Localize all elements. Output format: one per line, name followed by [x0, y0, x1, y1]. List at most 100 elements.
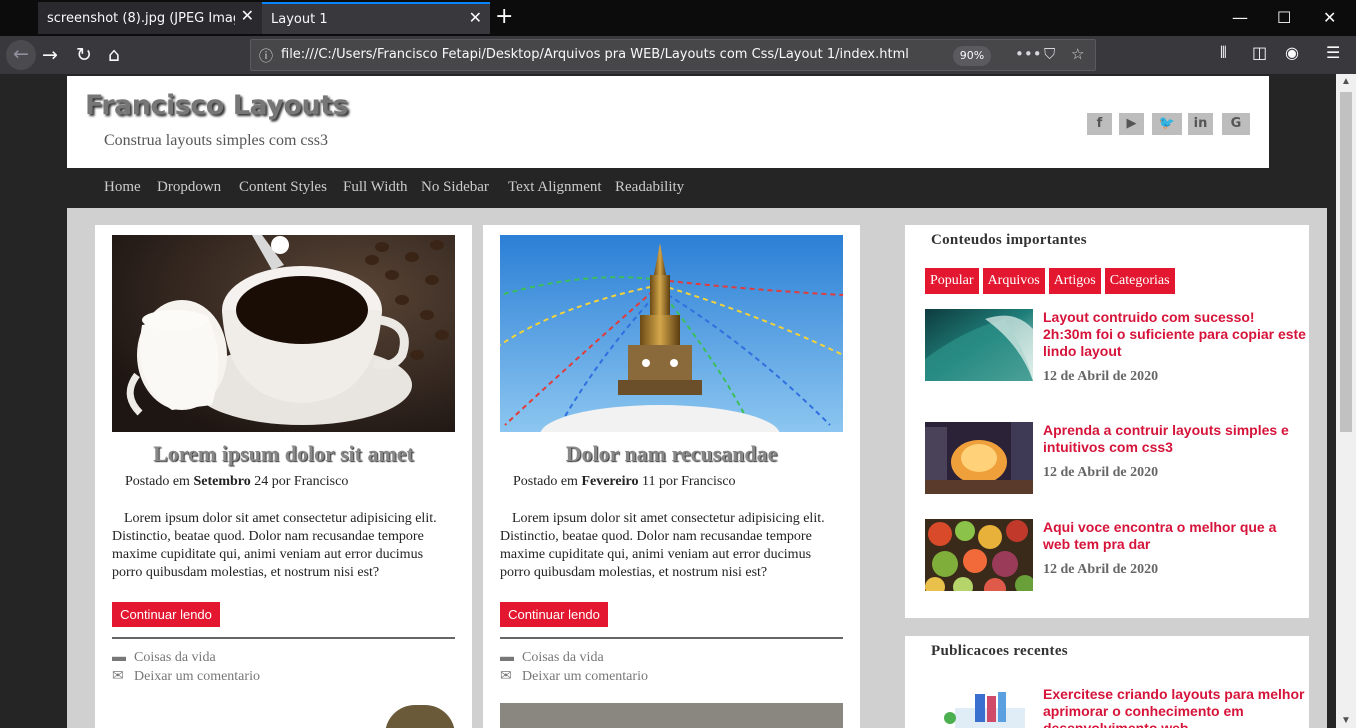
sidebar-post-title[interactable]: Aprenda a contruir layouts simples e int… — [1043, 422, 1307, 456]
category-label[interactable]: Coisas da vida — [522, 650, 604, 665]
recent-posts-widget: Publicacoes recentes Exercitese criando … — [905, 636, 1309, 728]
tab-artigos[interactable]: Artigos — [1048, 268, 1101, 294]
browser-toolbar: ← → ↻ ⌂ ⓘ file:///C:/Users/Francisco Fet… — [0, 36, 1356, 74]
menu-item-full-width[interactable]: Full Width — [343, 179, 408, 196]
menu-item-content-styles[interactable]: Content Styles — [239, 179, 327, 196]
scroll-down-icon[interactable]: ▼ — [1341, 715, 1351, 726]
tab-label: screenshot (8).jpg (JPEG Image, 1200 — [47, 10, 235, 26]
maximize-icon[interactable]: ☐ — [1277, 8, 1291, 27]
sidebar-icon[interactable]: ◫ — [1252, 43, 1267, 62]
page-scrollbar[interactable]: ▲ ▼ — [1336, 74, 1356, 728]
post-category[interactable]: ▬ Coisas da vida — [112, 650, 216, 666]
bookmark-star-icon[interactable]: ☆ — [1071, 45, 1084, 63]
zoom-level[interactable]: 90% — [953, 46, 991, 66]
sidebar-post-title[interactable]: Layout contruido com sucesso! 2h:30m foi… — [1043, 309, 1307, 360]
sidebar-post[interactable]: Layout contruido com sucesso! 2h:30m foi… — [925, 309, 1307, 384]
city-thumbnail[interactable] — [925, 422, 1033, 494]
site-header: Francisco Layouts Construa layouts simpl… — [67, 76, 1269, 168]
menu-item-no-sidebar[interactable]: No Sidebar — [421, 179, 489, 196]
menu-icon[interactable]: ☰ — [1326, 43, 1340, 62]
reload-icon[interactable]: ↻ — [76, 43, 92, 67]
pocket-icon[interactable]: ⛉ — [1044, 45, 1055, 63]
site-brand[interactable]: Francisco Layouts — [85, 90, 349, 121]
meta-prefix: Postado em — [125, 474, 190, 489]
menu-item-home[interactable]: Home — [104, 179, 141, 196]
stupa-image — [500, 235, 843, 432]
sidebar-widget: Conteudos importantes Popular Arquivos A… — [905, 225, 1309, 618]
scroll-up-icon[interactable]: ▲ — [1341, 76, 1351, 87]
new-tab-icon[interactable]: + — [495, 4, 513, 29]
recent-post-title[interactable]: Exercitese criando layouts para melhor a… — [1043, 686, 1307, 728]
post-card: Dolor nam recusandae Postado em Fevereir… — [483, 225, 860, 695]
menu-item-dropdown[interactable]: Dropdown — [157, 179, 221, 196]
widget-title: Publicacoes recentes — [931, 643, 1068, 659]
youtube-icon[interactable]: ▶ — [1119, 113, 1144, 135]
sidebar-post[interactable]: Aqui voce encontra o melhor que a web te… — [925, 519, 1305, 591]
post-comment[interactable]: ✉ Deixar um comentario — [112, 668, 260, 685]
tab-categorias[interactable]: Categorias — [1104, 268, 1175, 294]
envelope-icon: ✉ — [112, 669, 124, 684]
wave-thumbnail[interactable] — [925, 309, 1033, 381]
continue-reading-button[interactable]: Continuar lendo — [112, 602, 220, 627]
folder-icon: ▬ — [500, 650, 514, 665]
scrollbar-thumb[interactable] — [1340, 92, 1352, 432]
post-excerpt: Lorem ipsum dolor sit amet consectetur a… — [112, 511, 437, 580]
post-image-partial — [385, 705, 455, 728]
close-icon[interactable]: ✕ — [469, 8, 482, 27]
home-icon[interactable]: ⌂ — [108, 43, 120, 67]
minimize-icon[interactable]: — — [1232, 8, 1248, 27]
info-icon[interactable]: ⓘ — [259, 46, 273, 66]
url-text[interactable]: file:///C:/Users/Francisco Fetapi/Deskto… — [281, 47, 909, 62]
post-meta: Postado em Fevereiro 11 por Francisco — [513, 474, 736, 490]
post-comment[interactable]: ✉ Deixar um comentario — [500, 668, 648, 685]
widget-title: Conteudos importantes — [931, 232, 1087, 248]
divider — [112, 637, 455, 639]
tab-label: Layout 1 — [271, 11, 328, 27]
continue-reading-button[interactable]: Continuar lendo — [500, 602, 608, 627]
tab-layout-1[interactable]: Layout 1 ✕ — [262, 2, 490, 34]
tab-screenshot[interactable]: screenshot (8).jpg (JPEG Image, 1200 ✕ — [38, 2, 262, 34]
linkedin-icon[interactable]: in — [1188, 113, 1213, 135]
folder-icon: ▬ — [112, 650, 126, 665]
sidebar-post-date: 12 de Abril de 2020 — [1043, 465, 1159, 480]
browser-tab-bar: screenshot (8).jpg (JPEG Image, 1200 ✕ L… — [0, 0, 1356, 36]
site-tagline: Construa layouts simples com css3 — [104, 132, 328, 149]
post-title[interactable]: Dolor nam recusandae — [483, 441, 860, 467]
widget-tabs: Popular Arquivos Artigos Categorias — [925, 268, 1175, 294]
address-bar[interactable]: ⓘ file:///C:/Users/Francisco Fetapi/Desk… — [250, 39, 1096, 71]
post-image-partial — [500, 703, 843, 728]
fruits-thumbnail[interactable] — [925, 519, 1033, 591]
window-close-icon[interactable]: ✕ — [1323, 8, 1336, 27]
meta-suffix: 11 por Francisco — [641, 474, 736, 489]
library-icon[interactable]: ⫴ — [1220, 43, 1227, 63]
post-meta: Postado em Setembro 24 por Francisco — [125, 474, 348, 490]
back-icon[interactable]: ← — [6, 40, 36, 70]
meta-month: Setembro — [193, 474, 251, 489]
category-label[interactable]: Coisas da vida — [134, 650, 216, 665]
forward-icon[interactable]: → — [42, 43, 58, 67]
account-icon[interactable]: ◉ — [1285, 43, 1299, 62]
page-viewport: Francisco Layouts Construa layouts simpl… — [0, 74, 1336, 728]
post-category[interactable]: ▬ Coisas da vida — [500, 650, 604, 666]
recent-post-thumbnail[interactable] — [935, 688, 1030, 728]
comment-label[interactable]: Deixar um comentario — [522, 669, 648, 684]
post-card-next — [95, 693, 472, 728]
comment-label[interactable]: Deixar um comentario — [134, 669, 260, 684]
sidebar-post[interactable]: Aprenda a contruir layouts simples e int… — [925, 422, 1305, 494]
facebook-icon[interactable]: f — [1087, 113, 1112, 135]
meta-month: Fevereiro — [581, 474, 639, 489]
close-icon[interactable]: ✕ — [241, 6, 254, 25]
page-actions-icon[interactable]: ••• — [1015, 45, 1042, 63]
menu-item-text-alignment[interactable]: Text Alignment — [508, 179, 602, 196]
sidebar-post-title[interactable]: Aqui voce encontra o melhor que a web te… — [1043, 519, 1307, 553]
content-area: Lorem ipsum dolor sit amet Postado em Se… — [67, 208, 1327, 728]
tab-popular[interactable]: Popular — [925, 268, 979, 294]
post-card-next — [483, 693, 860, 728]
post-title[interactable]: Lorem ipsum dolor sit amet — [95, 441, 472, 467]
meta-suffix: 24 por Francisco — [254, 474, 349, 489]
menu-item-readability[interactable]: Readability — [615, 179, 684, 196]
twitter-icon[interactable]: 🐦 — [1152, 113, 1182, 135]
coffee-image — [112, 235, 455, 432]
tab-arquivos[interactable]: Arquivos — [982, 268, 1045, 294]
google-icon[interactable]: G — [1222, 113, 1250, 135]
